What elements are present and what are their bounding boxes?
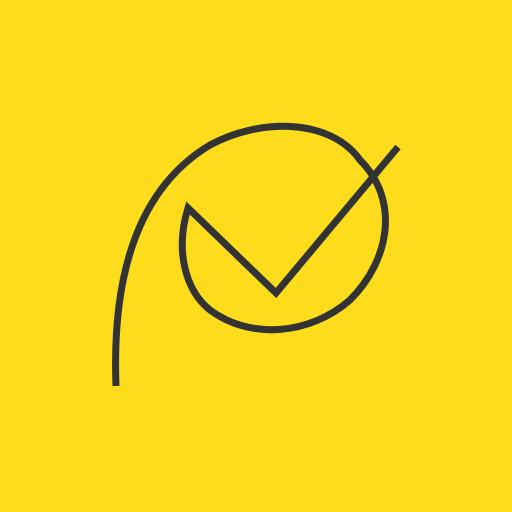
app-icon-canvas bbox=[0, 0, 512, 512]
p-checkmark-logo-icon bbox=[112, 122, 401, 387]
logo-stroke bbox=[112, 122, 401, 387]
